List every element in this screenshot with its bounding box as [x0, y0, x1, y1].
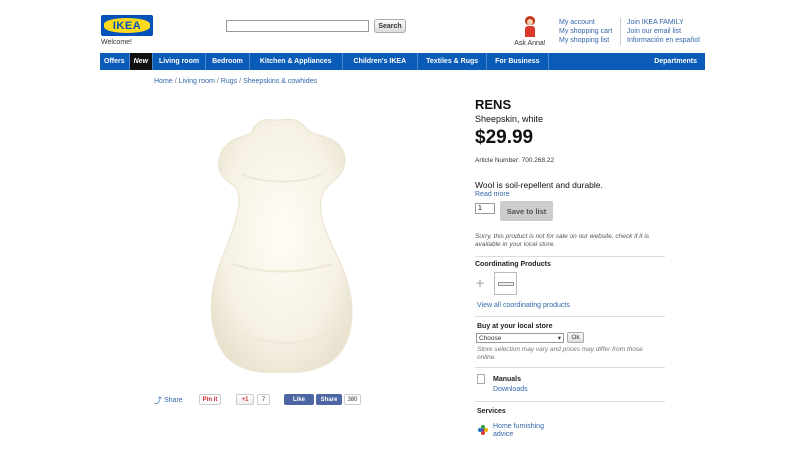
- product-description: Sheepskin, white: [475, 114, 544, 124]
- article-label: Article Number:: [475, 157, 520, 164]
- join-email-list-link[interactable]: Join our email list: [627, 27, 700, 36]
- coordinating-title: Coordinating Products: [475, 261, 551, 268]
- divider: [475, 316, 665, 317]
- manuals-title: Manuals: [493, 376, 522, 383]
- anna-avatar-icon: [523, 16, 537, 38]
- facebook-share-button[interactable]: Share: [316, 394, 342, 405]
- store-select[interactable]: Choose ▾: [476, 333, 564, 343]
- availability-notice: Sorry, this product is not for sale on o…: [475, 233, 650, 248]
- view-all-coordinating-link[interactable]: View all coordinating products: [477, 302, 570, 309]
- header-divider: [620, 18, 621, 45]
- welcome-text: Welcome!: [101, 39, 132, 46]
- breadcrumb-sheepskins[interactable]: Sheepskins & cowhides: [243, 78, 317, 85]
- my-shopping-list-link[interactable]: My shopping list: [559, 36, 612, 45]
- account-links: My account My shopping cart My shopping …: [559, 18, 612, 45]
- my-shopping-cart-link[interactable]: My shopping cart: [559, 27, 612, 36]
- product-tagline: Wool is soil-repellent and durable.: [475, 180, 603, 190]
- gplus-count: 7: [257, 394, 270, 405]
- logo-oval: IKEA: [104, 18, 150, 33]
- product-price: $29.99: [475, 127, 534, 148]
- gplus-button[interactable]: +1: [236, 394, 254, 405]
- store-select-value: Choose: [479, 334, 502, 342]
- search-button[interactable]: Search: [374, 19, 406, 33]
- facebook-count: 380: [344, 394, 361, 405]
- plus-icon: +: [476, 275, 485, 291]
- article-number: Article Number: 700.268.22: [475, 157, 554, 164]
- ok-button[interactable]: Ok: [567, 332, 584, 343]
- coordinating-product-thumb[interactable]: [494, 272, 517, 295]
- facebook-like-label: Like: [292, 396, 305, 403]
- search-input[interactable]: [226, 20, 369, 32]
- nav-offers[interactable]: Offers: [100, 53, 130, 70]
- ask-anna[interactable]: Ask Anna!: [512, 16, 548, 47]
- ask-anna-label: Ask Anna!: [514, 40, 546, 47]
- document-icon: [477, 374, 485, 384]
- breadcrumb: Home / Living room / Rugs / Sheepskins & cowhi…: [154, 78, 318, 85]
- breadcrumb-living-room[interactable]: Living room: [179, 78, 215, 85]
- spanish-link[interactable]: Información en español: [627, 36, 700, 45]
- nav-for-business[interactable]: For Business: [487, 53, 549, 70]
- quantity-input[interactable]: [475, 203, 495, 214]
- nav-kitchen-appliances[interactable]: Kitchen & Appliances: [250, 53, 343, 70]
- logo-text: IKEA: [112, 19, 142, 32]
- family-links: Join IKEA FAMILY Join our email list Inf…: [627, 18, 700, 45]
- read-more-link[interactable]: Read more: [475, 191, 510, 198]
- facebook-like-button[interactable]: Like: [284, 394, 314, 405]
- my-account-link[interactable]: My account: [559, 18, 612, 27]
- flower-icon: [478, 425, 488, 435]
- main-nav: Offers New Living room Bedroom Kitchen &…: [100, 53, 705, 70]
- chevron-down-icon: ▾: [557, 335, 561, 342]
- save-to-list-button[interactable]: Save to list: [500, 201, 553, 221]
- breadcrumb-rugs[interactable]: Rugs: [221, 78, 237, 85]
- article-value: 700.268.22: [521, 157, 555, 164]
- share-icon: ⤴: [154, 395, 162, 405]
- nav-textiles-rugs[interactable]: Textiles & Rugs: [418, 53, 488, 70]
- ikea-logo[interactable]: IKEA: [101, 15, 153, 36]
- nav-bedroom[interactable]: Bedroom: [206, 53, 250, 70]
- divider: [475, 401, 665, 402]
- share-row: ⤴ Share Pin it +1 7 Like Share 380: [154, 394, 361, 406]
- product-name: RENS: [475, 97, 512, 112]
- breadcrumb-home[interactable]: Home: [154, 78, 173, 85]
- share-label: Share: [164, 396, 183, 404]
- downloads-link[interactable]: Downloads: [493, 386, 528, 393]
- nav-new[interactable]: New: [129, 53, 154, 70]
- divider: [475, 256, 665, 257]
- join-ikea-family-link[interactable]: Join IKEA FAMILY: [627, 18, 700, 27]
- store-note: Store selection may vary and prices may …: [477, 346, 643, 361]
- services-title: Services: [477, 408, 506, 415]
- nav-departments[interactable]: Departments: [650, 53, 705, 70]
- product-image[interactable]: [202, 114, 360, 376]
- nav-childrens-ikea[interactable]: Children's IKEA: [343, 53, 419, 70]
- buy-local-title: Buy at your local store: [477, 323, 553, 330]
- nav-living-room[interactable]: Living room: [153, 53, 207, 70]
- pinit-button[interactable]: Pin it: [199, 394, 221, 405]
- divider: [475, 367, 665, 368]
- home-furnishing-link[interactable]: Home furnishing advice: [493, 423, 553, 439]
- share-link[interactable]: ⤴ Share: [154, 395, 183, 406]
